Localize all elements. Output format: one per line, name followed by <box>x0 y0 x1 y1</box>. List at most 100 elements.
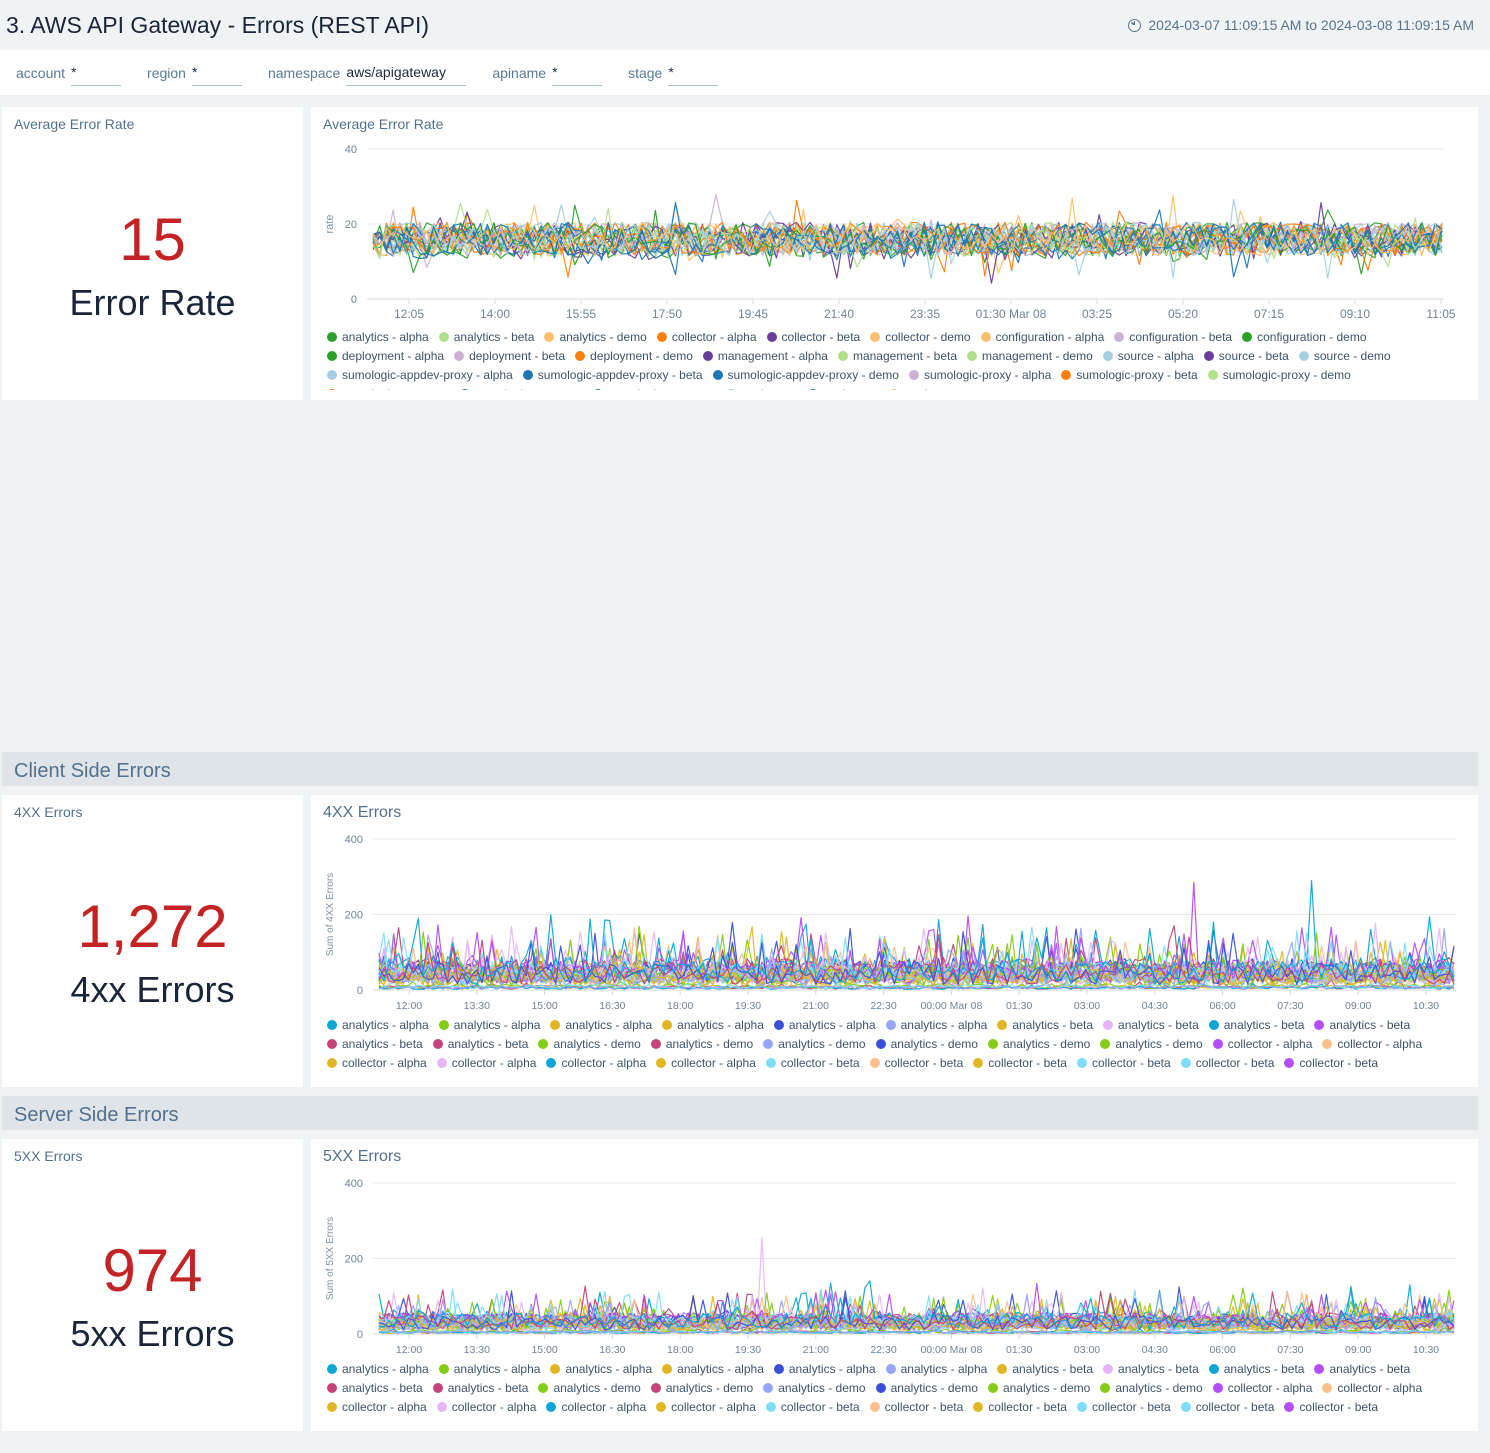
legend-item[interactable]: analytics - demo <box>650 1379 753 1397</box>
apiname-filter-input[interactable]: * <box>552 59 603 86</box>
legend-item[interactable]: analytics - demo <box>1100 1379 1203 1397</box>
legend-item[interactable]: collector - alpha <box>436 1398 536 1416</box>
legend-item[interactable]: sumologic-proxy - demo <box>1207 366 1351 384</box>
legend-item[interactable]: tracing - ... <box>889 385 961 390</box>
legend-item[interactable]: collector - demo <box>327 1073 427 1077</box>
legend-item[interactable]: analytics - beta <box>438 328 534 346</box>
legend-item[interactable]: configuration - alpha <box>1123 1073 1247 1077</box>
legend-item[interactable]: collector - beta <box>1076 1398 1171 1416</box>
legend-item[interactable]: collector - alpha <box>656 1054 756 1072</box>
legend-item[interactable]: sumologic-proxy - ... <box>460 385 583 390</box>
legend-item[interactable]: analytics - alpha <box>550 1016 652 1034</box>
legend-item[interactable]: analytics - alpha <box>327 328 429 346</box>
legend-item[interactable]: collector - beta <box>1180 1054 1274 1072</box>
legend-item[interactable]: analytics - demo <box>875 1379 978 1397</box>
legend-item[interactable]: analytics - beta <box>997 1016 1093 1034</box>
4xx-errors-single-value-panel[interactable]: 4XX Errors 1,272 4xx Errors <box>2 795 303 1087</box>
legend-item[interactable]: management - beta <box>837 347 957 365</box>
legend-item[interactable]: collector - beta <box>765 1054 860 1072</box>
time-range-picker[interactable]: 2024-03-07 11:09:15 AM to 2024-03-08 11:… <box>1128 17 1474 33</box>
legend-item[interactable]: collector - alpha <box>546 1054 646 1072</box>
legend-item[interactable]: deployment - alpha <box>327 347 444 365</box>
legend-item[interactable]: source - demo <box>1298 347 1391 365</box>
legend-item[interactable]: analytics - alpha <box>662 1360 764 1378</box>
legend-item[interactable]: collector - demo <box>658 1073 758 1077</box>
legend-item[interactable]: configuration - alpha <box>989 1073 1113 1077</box>
legend-item[interactable]: deployment - demo <box>575 347 693 365</box>
legend-item[interactable]: sumologic-proxy - ... <box>327 385 450 390</box>
legend-item[interactable]: collector - demo <box>769 1073 869 1077</box>
legend-item[interactable]: analytics - demo <box>538 1379 641 1397</box>
legend-item[interactable]: configuration - alpha <box>989 1417 1113 1421</box>
legend-item[interactable]: analytics - beta <box>997 1360 1093 1378</box>
legend-item[interactable]: analytics - demo <box>538 1035 641 1053</box>
legend-item[interactable]: analytics - demo <box>650 1035 753 1053</box>
stage-filter-input[interactable]: * <box>668 59 719 86</box>
legend-item[interactable]: analytics - beta <box>327 1379 423 1397</box>
legend-item[interactable]: collector - alpha <box>1322 1379 1422 1397</box>
account-filter-input[interactable]: * <box>71 59 122 86</box>
legend-item[interactable]: sumologic-proxy - alpha <box>908 366 1051 384</box>
5xx-errors-chart-panel[interactable]: 5XX Errors 0 200 400 Sum of 5XX Errors 12:00… <box>311 1139 1478 1431</box>
avg-error-rate-chart-panel[interactable]: Average Error Rate 0 20 40 rate 12:05 14:00 15… <box>311 107 1478 400</box>
legend-item[interactable]: collector - beta <box>1180 1398 1274 1416</box>
legend-item[interactable]: analytics - demo <box>987 1035 1090 1053</box>
legend-item[interactable]: collector - alpha <box>1212 1035 1312 1053</box>
legend-item[interactable]: management - alpha <box>702 347 828 365</box>
legend-item[interactable]: tracing - ... <box>807 385 879 390</box>
legend-item[interactable]: analytics - alpha <box>550 1360 652 1378</box>
legend-item[interactable]: collector - demo <box>437 1073 537 1077</box>
legend-item[interactable]: analytics - alpha <box>885 1360 987 1378</box>
legend-item[interactable]: collector - demo <box>658 1417 758 1421</box>
legend-item[interactable]: sumologic-appdev-proxy - beta <box>522 366 703 384</box>
legend-item[interactable]: analytics - beta <box>327 1035 423 1053</box>
legend-item[interactable]: analytics - alpha <box>327 1360 429 1378</box>
legend-item[interactable]: collector - demo <box>548 1073 648 1077</box>
legend-item[interactable]: analytics - alpha <box>438 1016 540 1034</box>
legend-item[interactable]: collector - demo <box>327 1417 427 1421</box>
legend-item[interactable]: collector - alpha <box>436 1054 536 1072</box>
legend-item[interactable]: analytics - demo <box>544 328 647 346</box>
4xx-errors-chart[interactable]: 0 200 400 Sum of 4XX Errors 12:00 13:30 15:00 1… <box>311 825 1478 1045</box>
legend-item[interactable]: analytics - beta <box>1208 1360 1304 1378</box>
legend-item[interactable]: deployment - beta <box>454 347 565 365</box>
legend-item[interactable]: analytics - beta <box>432 1379 528 1397</box>
legend-item[interactable]: collector - demo <box>437 1417 537 1421</box>
legend-item[interactable]: analytics - beta <box>1103 1360 1199 1378</box>
legend-item[interactable]: configuration - alpha <box>1257 1417 1381 1421</box>
legend-item[interactable]: collector - beta <box>1076 1054 1171 1072</box>
legend-item[interactable]: collector - demo <box>548 1417 648 1421</box>
legend-item[interactable]: collector - beta <box>765 1398 860 1416</box>
legend-item[interactable]: configuration - demo <box>1242 328 1367 346</box>
legend-item[interactable]: collector - alpha <box>327 1398 427 1416</box>
legend-item[interactable]: analytics - beta <box>1314 1360 1410 1378</box>
legend-item[interactable]: collector - alpha <box>1322 1035 1422 1053</box>
5xx-errors-chart[interactable]: 0 200 400 Sum of 5XX Errors 12:00 13:30 15:00 1… <box>311 1169 1478 1389</box>
legend-item[interactable]: configuration - beta <box>1114 328 1232 346</box>
legend-item[interactable]: analytics - demo <box>763 1379 866 1397</box>
legend-item[interactable]: analytics - demo <box>1100 1035 1203 1053</box>
legend-item[interactable]: collector - alpha <box>327 1054 427 1072</box>
legend-item[interactable]: analytics - demo <box>763 1035 866 1053</box>
legend-item[interactable]: analytics - alpha <box>438 1360 540 1378</box>
legend-item[interactable]: analytics - beta <box>1208 1016 1304 1034</box>
region-filter-input[interactable]: * <box>191 59 242 86</box>
legend-item[interactable]: management - demo <box>967 347 1093 365</box>
legend-item[interactable]: collector - alpha <box>546 1398 646 1416</box>
legend-item[interactable]: collector - alpha <box>656 328 757 346</box>
legend-item[interactable]: collector - demo <box>879 1417 979 1421</box>
legend-item[interactable]: analytics - demo <box>875 1035 978 1053</box>
legend-item[interactable]: configuration - alpha <box>1123 1417 1247 1421</box>
legend-item[interactable]: sumologic-proxy - beta <box>1061 366 1198 384</box>
legend-item[interactable]: sumologic-appdev-proxy - demo <box>712 366 899 384</box>
legend-item[interactable]: configuration - alpha <box>980 328 1104 346</box>
avg-error-rate-chart[interactable]: 0 20 40 rate 12:05 14:00 15:55 17:50 19:45 21:40 2… <box>311 137 1478 357</box>
5xx-errors-single-value-panel[interactable]: 5XX Errors 974 5xx Errors <box>2 1139 303 1431</box>
legend-item[interactable]: sumologic-appdev-proxy - alpha <box>327 366 513 384</box>
legend-item[interactable]: collector - alpha <box>1212 1379 1312 1397</box>
legend-item[interactable]: analytics - alpha <box>773 1360 876 1378</box>
legend-item[interactable]: analytics - alpha <box>885 1016 987 1034</box>
legend-item[interactable]: sumologic-proxy - ... <box>593 385 716 390</box>
legend-item[interactable]: collector - beta <box>1284 1054 1378 1072</box>
legend-item[interactable]: collector - beta <box>766 328 860 346</box>
